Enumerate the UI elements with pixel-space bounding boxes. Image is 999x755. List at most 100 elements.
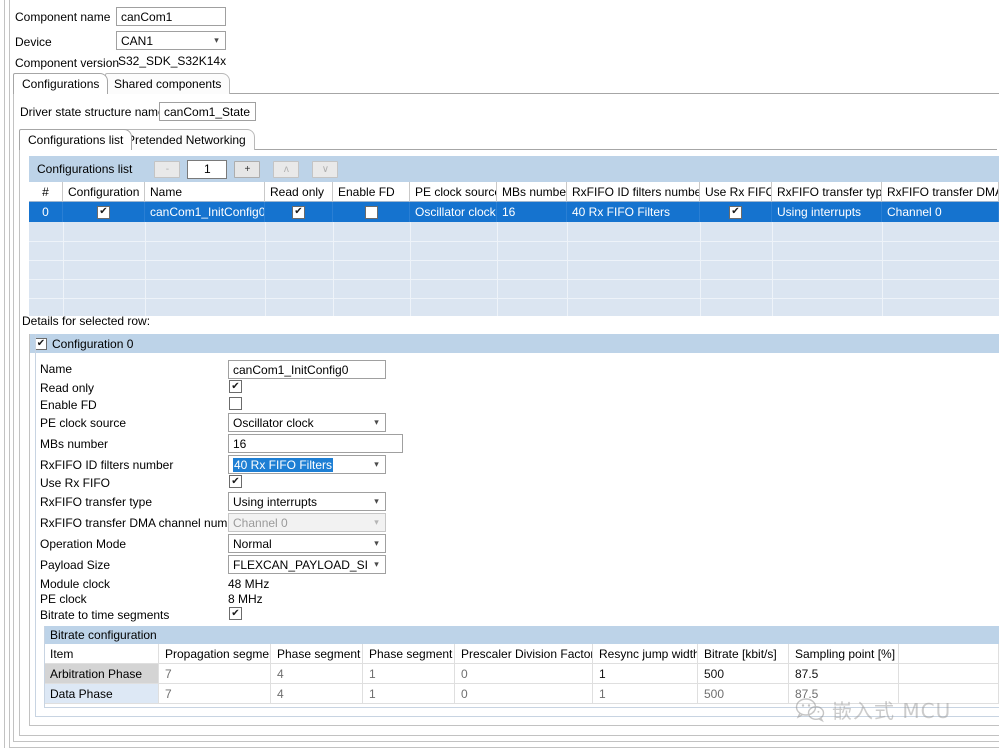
- use-rx-fifo-checkbox[interactable]: [729, 205, 742, 219]
- bitrate-row-phase-segment-2[interactable]: 1: [363, 664, 455, 684]
- grid-header-rxfifo-dma-channel[interactable]: RxFIFO transfer DMA ch: [882, 182, 999, 202]
- tab-pretended-networking[interactable]: Pretended Networking: [118, 129, 255, 150]
- grid-header-pe-clock-source[interactable]: PE clock source: [410, 182, 497, 202]
- grid-header-index[interactable]: #: [29, 182, 63, 202]
- bitrate-header-filler: [899, 644, 999, 664]
- field-label-operation-mode: Operation Mode: [40, 537, 127, 551]
- bitrate-row-item[interactable]: Arbitration Phase: [44, 664, 159, 684]
- field-select-rxfifo-dma-channel-value: Channel 0: [233, 515, 288, 530]
- outer-frame-line-v: [19, 149, 20, 736]
- grid-header-use-rx-fifo[interactable]: Use Rx FIFO: [700, 182, 772, 202]
- grid-header-rxfifo-id-filters[interactable]: RxFIFO ID filters number: [567, 182, 700, 202]
- field-select-rxfifo-dma-channel[interactable]: Channel 0 ▾: [228, 513, 386, 532]
- field-label-bitrate-to-time-segments: Bitrate to time segments: [40, 608, 170, 622]
- configurations-grid[interactable]: # Configuration Name Read only Enable FD…: [29, 182, 999, 316]
- bitrate-row-prescaler-division-factor[interactable]: 0: [455, 664, 593, 684]
- grid-cell-read-only[interactable]: [265, 202, 333, 222]
- field-select-payload-size-value: FLEXCAN_PAYLOAD_SIZE_8: [233, 557, 368, 572]
- outer-frame-line-v2: [13, 93, 14, 742]
- bitrate-row-resync-jump-width[interactable]: 1: [593, 684, 698, 704]
- field-input-name[interactable]: canCom1_InitConfig0: [228, 360, 386, 379]
- tab-pretended-networking-label: Pretended Networking: [127, 133, 246, 147]
- bitrate-header-prescaler-division-factor[interactable]: Prescaler Division Factor: [455, 644, 593, 664]
- field-select-payload-size[interactable]: FLEXCAN_PAYLOAD_SIZE_8 ▾: [228, 555, 386, 574]
- bitrate-row-phase-segment-2[interactable]: 1: [363, 684, 455, 704]
- bitrate-header-sampling-point[interactable]: Sampling point [%]: [789, 644, 899, 664]
- configuration-group-checkbox[interactable]: [35, 337, 47, 350]
- field-checkbox-enable-fd[interactable]: [229, 397, 242, 410]
- move-up-button[interactable]: ʌ: [273, 160, 300, 178]
- chevron-down-icon: ▾: [374, 517, 379, 527]
- field-label-mbs-number: MBs number: [40, 437, 109, 451]
- grid-header-rxfifo-transfer-type[interactable]: RxFIFO transfer type: [772, 182, 882, 202]
- bitrate-configuration-title: Bitrate configuration: [50, 628, 157, 642]
- tab-shared-components[interactable]: Shared components: [105, 73, 231, 94]
- component-version-row: Component version: [15, 52, 119, 74]
- tab-shared-components-label: Shared components: [114, 77, 222, 91]
- field-select-pe-clock-source[interactable]: Oscillator clock ▾: [228, 413, 386, 432]
- configuration-group-header[interactable]: Configuration 0: [29, 334, 999, 353]
- remove-configuration-button[interactable]: -: [154, 160, 181, 178]
- driver-state-input[interactable]: canCom1_State: [159, 102, 256, 121]
- bitrate-row-propagation-segment[interactable]: 7: [159, 684, 271, 704]
- grid-header-enable-fd[interactable]: Enable FD: [333, 182, 410, 202]
- grid-cell-rxfifo-transfer-type[interactable]: Using interrupts: [772, 202, 882, 222]
- bitrate-row-prescaler-division-factor[interactable]: 0: [455, 684, 593, 704]
- bitrate-row-sampling-point[interactable]: 87.5: [789, 664, 899, 684]
- grid-header-configuration[interactable]: Configuration: [63, 182, 145, 202]
- field-label-pe-clock-source: PE clock source: [40, 416, 127, 430]
- driver-state-label: Driver state structure name: [20, 105, 165, 119]
- bitrate-header-propagation-segment[interactable]: Propagation segment: [159, 644, 271, 664]
- enable-fd-checkbox[interactable]: [364, 205, 378, 219]
- grid-header-name[interactable]: Name: [145, 182, 265, 202]
- grid-cell-mbs-number[interactable]: 16: [497, 202, 567, 222]
- bitrate-header-bitrate[interactable]: Bitrate [kbit/s]: [698, 644, 789, 664]
- grid-cell-index[interactable]: 0: [29, 202, 63, 222]
- read-only-checkbox[interactable]: [292, 205, 305, 219]
- bitrate-row-phase-segment-1[interactable]: 4: [271, 664, 363, 684]
- component-name-row: Component name: [15, 6, 110, 28]
- grid-cell-rxfifo-id-filters[interactable]: 40 Rx FIFO Filters: [567, 202, 700, 222]
- configuration-group-title: Configuration 0: [52, 336, 134, 351]
- field-checkbox-bitrate-to-time-segments[interactable]: [229, 607, 242, 620]
- grid-header-read-only[interactable]: Read only: [265, 182, 333, 202]
- grid-cell-configuration[interactable]: [63, 202, 145, 222]
- window-edge-bottom: [9, 747, 999, 748]
- bitrate-header-phase-segment-1[interactable]: Phase segment 1: [271, 644, 363, 664]
- configurations-count-input[interactable]: 1: [187, 159, 228, 179]
- field-label-rxfifo-id-filters: RxFIFO ID filters number: [40, 458, 174, 472]
- grid-cell-use-rx-fifo[interactable]: [700, 202, 772, 222]
- field-input-mbs-number[interactable]: 16: [228, 434, 403, 453]
- bitrate-header-item[interactable]: Item: [44, 644, 159, 664]
- chevron-down-icon: ▾: [374, 459, 379, 469]
- configuration-checkbox[interactable]: [97, 205, 110, 219]
- bitrate-configuration-header: Bitrate configuration: [44, 626, 999, 644]
- field-label-module-clock: Module clock: [40, 577, 111, 591]
- tab-configurations-list[interactable]: Configurations list: [19, 129, 133, 150]
- field-select-rxfifo-transfer-type[interactable]: Using interrupts ▾: [228, 492, 386, 511]
- grid-cell-pe-clock-source[interactable]: Oscillator clock: [410, 202, 497, 222]
- field-checkbox-read-only[interactable]: [229, 380, 242, 393]
- move-down-button[interactable]: ∨: [312, 160, 339, 178]
- grid-cell-rxfifo-dma-channel[interactable]: Channel 0: [882, 202, 999, 222]
- component-name-input[interactable]: canCom1: [116, 7, 226, 26]
- add-configuration-button[interactable]: +: [234, 160, 261, 178]
- grid-header-mbs-number[interactable]: MBs number: [497, 182, 567, 202]
- device-select[interactable]: CAN1 ▾: [116, 31, 226, 50]
- grid-empty-area[interactable]: [29, 222, 999, 316]
- bitrate-header-resync-jump-width[interactable]: Resync jump width: [593, 644, 698, 664]
- tab-configurations[interactable]: Configurations: [13, 73, 109, 94]
- field-select-rxfifo-id-filters[interactable]: 40 Rx FIFO Filters ▾: [228, 455, 386, 474]
- bitrate-header-phase-segment-2[interactable]: Phase segment 2: [363, 644, 455, 664]
- bitrate-row-bitrate[interactable]: 500: [698, 684, 789, 704]
- bitrate-row-resync-jump-width[interactable]: 1: [593, 664, 698, 684]
- field-checkbox-use-rx-fifo[interactable]: [229, 475, 242, 488]
- field-select-operation-mode[interactable]: Normal ▾: [228, 534, 386, 553]
- bitrate-row-propagation-segment[interactable]: 7: [159, 664, 271, 684]
- grid-cell-enable-fd[interactable]: [333, 202, 410, 222]
- field-label-read-only: Read only: [40, 381, 95, 395]
- grid-cell-name[interactable]: canCom1_InitConfig0: [145, 202, 265, 222]
- bitrate-row-item[interactable]: Data Phase: [44, 684, 159, 704]
- bitrate-row-bitrate[interactable]: 500: [698, 664, 789, 684]
- bitrate-row-phase-segment-1[interactable]: 4: [271, 684, 363, 704]
